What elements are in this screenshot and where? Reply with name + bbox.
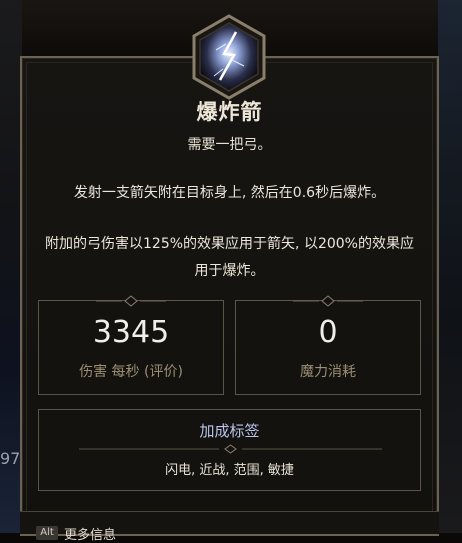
mana-cost-box: 0 魔力消耗	[235, 295, 421, 395]
skill-description-1: 发射一支箭矢附在目标身上, 然后在0.6秒后爆炸。	[73, 185, 386, 201]
more-info-bar[interactable]: Alt 更多信息	[20, 511, 439, 543]
skill-description-2: 附加的弓伤害以125%的效果应用于箭矢, 以200%的效果应用于爆炸。	[45, 236, 414, 279]
mana-cost-value: 0	[318, 315, 338, 350]
bonus-tags-list: 闪电, 近战, 范围, 敏捷	[165, 463, 294, 478]
skill-icon-frame	[190, 14, 268, 100]
dps-label: 伤害 每秒 (评价)	[79, 364, 183, 380]
ornament-icon	[293, 295, 363, 307]
lightning-bolt-icon	[192, 14, 266, 100]
ornament-icon	[96, 295, 166, 307]
divider-icon	[79, 444, 382, 454]
more-info-label: 更多信息	[64, 528, 117, 543]
dps-stat-box: 3345 伤害 每秒 (评价)	[38, 295, 224, 395]
background-right	[438, 0, 462, 533]
alt-key-hint: Alt	[36, 526, 58, 540]
bonus-tags-box: 加成标签 闪电, 近战, 范围, 敏捷	[38, 409, 421, 491]
skill-name: 爆炸箭	[196, 100, 263, 124]
dps-value: 3345	[92, 315, 170, 350]
background-side-number: 97	[0, 449, 21, 468]
mana-cost-label: 魔力消耗	[300, 364, 356, 380]
bonus-tags-title: 加成标签	[199, 422, 260, 440]
skill-requirement: 需要一把弓。	[187, 137, 272, 153]
